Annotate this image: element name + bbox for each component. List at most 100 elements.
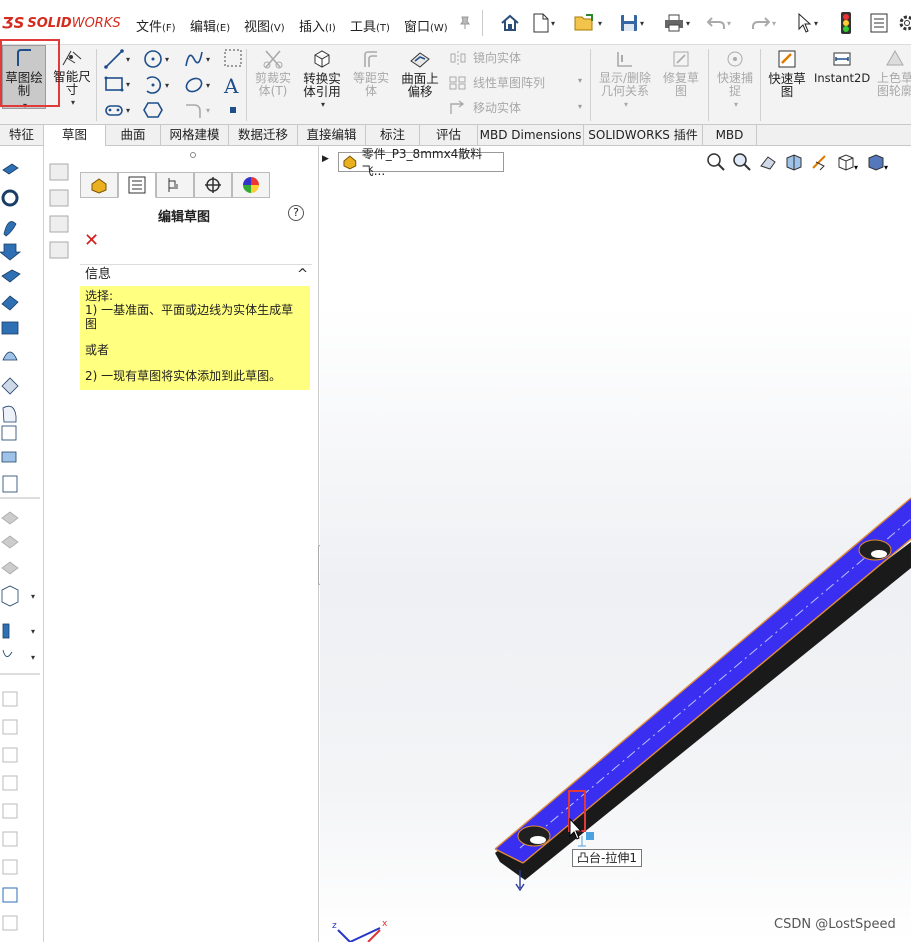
home-icon[interactable] bbox=[500, 12, 520, 34]
slot-tool[interactable]: ▾ bbox=[104, 101, 130, 119]
trim-entities-button[interactable]: 剪裁实 体(T) bbox=[250, 49, 296, 98]
rectangle-tool[interactable]: ▾ bbox=[104, 75, 130, 93]
linear-pattern-label: 线性草图阵列 bbox=[473, 76, 546, 90]
dimxpert-manager-tab[interactable] bbox=[194, 172, 232, 198]
axis-z-label: z bbox=[332, 921, 337, 931]
save-icon[interactable]: ▾ bbox=[620, 12, 644, 34]
display-manager-tab[interactable] bbox=[232, 172, 270, 198]
tab-features[interactable]: 特征 bbox=[0, 125, 44, 146]
part-edge bbox=[522, 538, 911, 864]
menu-tools[interactable]: 工具(T) bbox=[350, 16, 390, 35]
fillet-tool[interactable]: ▾ bbox=[184, 101, 210, 119]
tab-mbd[interactable]: MBD bbox=[703, 125, 757, 146]
move-entities-button[interactable]: 移动实体 bbox=[449, 99, 521, 116]
line-tool[interactable]: ▾ bbox=[104, 49, 130, 69]
linear-sketch-pattern-button[interactable]: 线性草图阵列 bbox=[449, 74, 545, 91]
redo-icon[interactable]: ▾ bbox=[752, 12, 776, 34]
polygon-tool[interactable] bbox=[143, 101, 163, 119]
shaded-contours-icon bbox=[886, 49, 904, 66]
arc-icon bbox=[146, 76, 162, 94]
tab-evaluate[interactable]: 评估 bbox=[420, 125, 478, 146]
mirror-entities-button[interactable]: 镜向实体 bbox=[449, 49, 521, 66]
sketch-context-icons bbox=[49, 163, 69, 259]
menu-file[interactable]: 文件(F) bbox=[136, 16, 176, 35]
menu-edit[interactable]: 编辑(E) bbox=[190, 16, 230, 35]
slot-icon bbox=[105, 105, 123, 116]
spline-tool[interactable]: ▾ bbox=[184, 49, 210, 69]
info-group-header[interactable]: 信息 ^ bbox=[80, 264, 312, 284]
tab-solidworks-addins[interactable]: SOLIDWORKS 插件 bbox=[584, 125, 703, 146]
chevron-down-icon[interactable]: ▾ bbox=[578, 76, 582, 85]
select-cursor-icon[interactable]: ▾ bbox=[798, 12, 818, 34]
cancel-close-icon[interactable]: ✕ bbox=[84, 230, 99, 251]
shaded-sketch-contours-button[interactable]: 上色草 图轮廓 bbox=[872, 49, 911, 98]
reference-triad bbox=[337, 927, 381, 942]
display-delete-relations-button[interactable]: 显示/删除 几何关系 ▾ bbox=[594, 49, 656, 111]
help-icon[interactable]: ? bbox=[288, 205, 304, 221]
separator bbox=[708, 49, 709, 121]
rapid-sketch-label: 快速草 图 bbox=[768, 71, 806, 99]
pm-title: 编辑草图 bbox=[157, 210, 210, 225]
menu-window[interactable]: 窗口(W) bbox=[404, 16, 448, 35]
feature-manager-tab[interactable] bbox=[80, 172, 118, 198]
brand-prefix: SOLID bbox=[27, 15, 72, 31]
svg-text:▾: ▾ bbox=[31, 653, 35, 662]
print-icon[interactable]: ▾ bbox=[664, 12, 690, 34]
arc-tool[interactable]: ▾ bbox=[143, 75, 169, 95]
display-grid-tool[interactable] bbox=[224, 49, 242, 67]
property-manager-panel: 编辑草图 ? ✕ 信息 ^ 选择: 1) 一基准面、平面或边线为实体生成草图 或… bbox=[78, 146, 319, 942]
instant2d-button[interactable]: Instant2D bbox=[814, 49, 870, 85]
property-manager-tab[interactable] bbox=[118, 172, 156, 198]
file-properties-icon[interactable] bbox=[870, 12, 888, 34]
pin-icon[interactable] bbox=[458, 12, 472, 34]
quick-snaps-button[interactable]: 快速捕 捉 ▾ bbox=[712, 49, 758, 111]
text-a-icon: A bbox=[224, 74, 239, 98]
undo-icon[interactable]: ▾ bbox=[707, 12, 731, 34]
point-tool[interactable] bbox=[228, 105, 238, 115]
ellipse-icon bbox=[185, 77, 203, 93]
repair-sketch-button[interactable]: 修复草 图 bbox=[658, 49, 704, 98]
configuration-manager-tab[interactable] bbox=[156, 172, 194, 198]
menu-view[interactable]: 视图(V) bbox=[244, 16, 285, 35]
color-wheel-icon bbox=[243, 177, 259, 193]
tab-markup[interactable]: 标注 bbox=[366, 125, 420, 146]
chevron-down-icon[interactable]: ▾ bbox=[578, 102, 582, 111]
rapid-sketch-icon bbox=[778, 50, 796, 68]
menu-insert[interactable]: 插入(I) bbox=[299, 16, 336, 35]
graphics-area[interactable]: ▶ 零件_P3_8mmx4散料飞... ▾ ▾ z x 凸台-拉伸1 CSDN … bbox=[320, 146, 911, 942]
smart-dimension-button[interactable]: 智能尺 寸 ▾ bbox=[50, 49, 94, 109]
chevron-down-icon: ▾ bbox=[623, 100, 628, 109]
open-icon[interactable]: ▾ bbox=[574, 12, 602, 34]
tab-surfaces[interactable]: 曲面 bbox=[106, 125, 161, 146]
tab-sketch[interactable]: 草图 bbox=[44, 125, 106, 146]
ellipse-tool[interactable]: ▾ bbox=[184, 75, 210, 95]
rebuild-traffic-light-icon[interactable] bbox=[841, 12, 851, 34]
collapse-chevron-up-icon[interactable]: ^ bbox=[297, 265, 308, 285]
panel-handle-icon[interactable] bbox=[190, 152, 196, 158]
offset-entities-button[interactable]: 等距实 体 bbox=[348, 49, 394, 98]
new-document-icon[interactable]: ▾ bbox=[533, 12, 555, 34]
svg-text:▾: ▾ bbox=[31, 627, 35, 636]
circle-tool[interactable]: ▾ bbox=[143, 49, 169, 69]
options-gear-icon[interactable] bbox=[898, 12, 911, 34]
tab-data-migration[interactable]: 数据迁移 bbox=[229, 125, 298, 146]
tab-direct-editing[interactable]: 直接编辑 bbox=[298, 125, 366, 146]
linear-pattern-icon bbox=[449, 76, 466, 89]
convert-entities-icon bbox=[314, 50, 330, 68]
solidworks-logo[interactable]: ƷS SOLID WORKS bbox=[2, 14, 121, 32]
tab-mesh-modeling[interactable]: 网格建模 bbox=[161, 125, 229, 146]
axis-x-label: x bbox=[382, 919, 388, 929]
offset-on-surface-button[interactable]: 曲面上 偏移 bbox=[396, 49, 444, 98]
configuration-icon bbox=[168, 178, 178, 192]
circle-icon bbox=[144, 50, 162, 68]
convert-entities-button[interactable]: 转换实 体引用 ▾ bbox=[298, 49, 346, 111]
info-line-option-2: 2) 一现有草图将实体添加到此草图。 bbox=[85, 369, 282, 383]
text-tool[interactable]: A bbox=[224, 74, 238, 98]
hole-highlight bbox=[871, 550, 887, 558]
polygon-icon bbox=[143, 102, 163, 118]
chevron-down-icon: ▾ bbox=[733, 100, 738, 109]
part-model-3d[interactable]: z x bbox=[320, 146, 911, 942]
trim-icon bbox=[263, 50, 283, 69]
rapid-sketch-button[interactable]: 快速草 图 bbox=[764, 49, 810, 98]
tab-mbd-dimensions[interactable]: MBD Dimensions bbox=[478, 125, 584, 146]
